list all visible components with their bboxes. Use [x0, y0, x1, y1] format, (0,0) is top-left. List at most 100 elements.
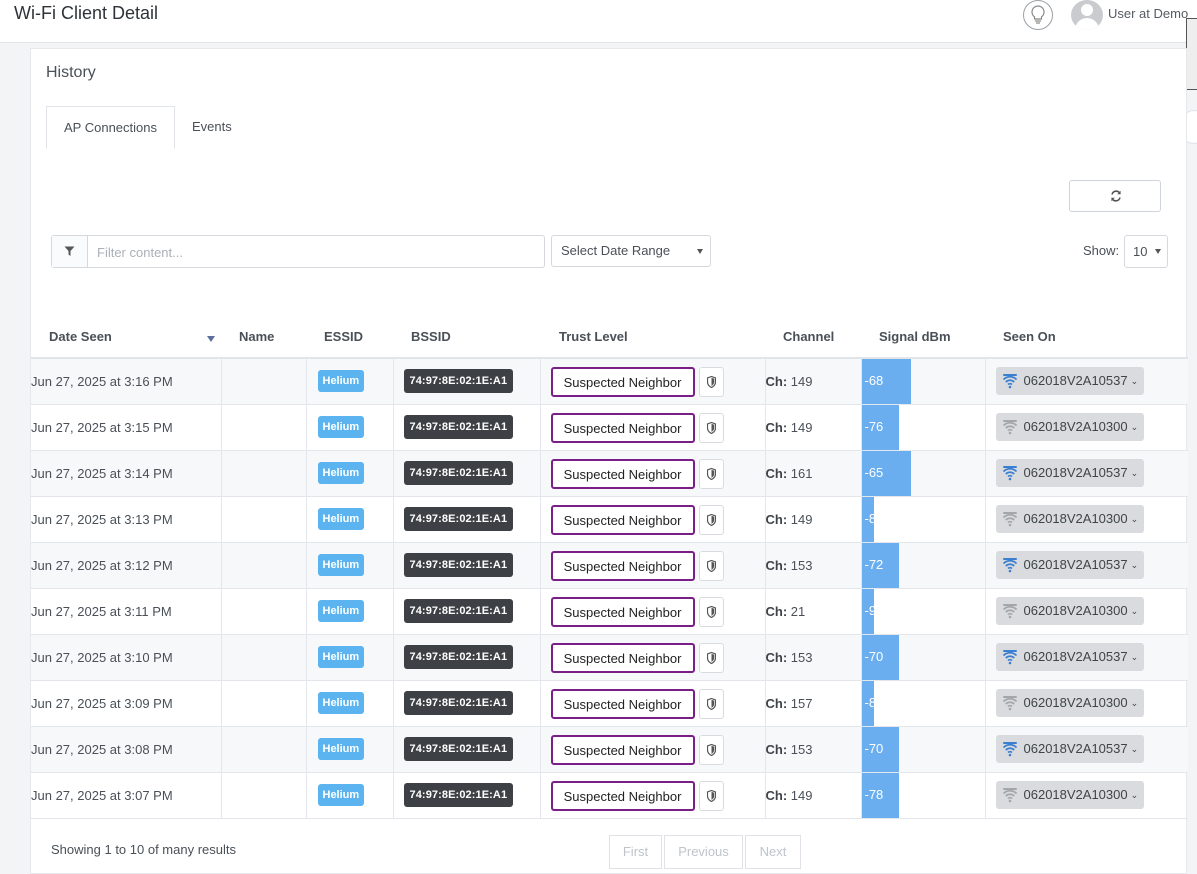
seen-on-dropdown[interactable]: 062018V2A10300 ⌄	[995, 596, 1145, 625]
bssid-badge[interactable]: 74:97:8E:02:1E:A1	[403, 736, 514, 761]
tab-ap-connections[interactable]: AP Connections	[46, 106, 175, 149]
essid-badge[interactable]: Helium	[317, 553, 365, 576]
seen-on-dropdown[interactable]: 062018V2A10537 ⌄	[995, 734, 1145, 763]
shield-button[interactable]	[698, 734, 724, 765]
essid-badge[interactable]: Helium	[317, 507, 365, 530]
bssid-badge[interactable]: 74:97:8E:02:1E:A1	[403, 690, 514, 715]
shield-button[interactable]	[698, 596, 724, 627]
column-header-date-seen[interactable]: Date Seen	[31, 316, 221, 359]
channel-cell: Ch: 149	[765, 772, 862, 819]
pager-next-button[interactable]: Next	[745, 835, 801, 869]
sort-desc-icon[interactable]	[207, 336, 215, 342]
shield-icon	[706, 651, 716, 664]
bssid-badge[interactable]: 74:97:8E:02:1E:A1	[403, 782, 514, 807]
seen-on-dropdown[interactable]: 062018V2A10300 ⌄	[995, 780, 1145, 809]
shield-button[interactable]	[698, 550, 724, 581]
essid-badge[interactable]: Helium	[317, 461, 365, 484]
trust-level-badge[interactable]: Suspected Neighbor	[550, 780, 695, 811]
shield-button[interactable]	[698, 780, 724, 811]
results-summary: Showing 1 to 10 of many results	[51, 842, 236, 857]
essid-badge[interactable]: Helium	[317, 370, 365, 392]
seen-on-dropdown[interactable]: 062018V2A10537 ⌄	[995, 458, 1145, 487]
filter-input[interactable]	[88, 236, 549, 269]
trust-level-badge[interactable]: Suspected Neighbor	[550, 458, 695, 489]
table-row[interactable]: Jun 27, 2025 at 3:15 PM Helium 74:97:8E:02…	[31, 404, 1188, 451]
bssid-cell: 74:97:8E:02:1E:A1	[393, 680, 541, 727]
bssid-badge[interactable]: 74:97:8E:02:1E:A1	[403, 644, 514, 669]
seen-on-cell: 062018V2A10300 ⌄	[985, 496, 1188, 543]
bssid-badge[interactable]: 74:97:8E:02:1E:A1	[403, 598, 514, 623]
essid-cell: Helium	[306, 404, 394, 451]
lightbulb-icon[interactable]	[1023, 0, 1053, 30]
column-header-seen-on[interactable]: Seen On	[985, 316, 1188, 359]
trust-level-badge[interactable]: Suspected Neighbor	[550, 550, 695, 581]
trust-level-cell: Suspected Neighbor	[540, 726, 766, 773]
seen-on-dropdown[interactable]: 062018V2A10537 ⌄	[995, 642, 1145, 671]
essid-badge[interactable]: Helium	[317, 415, 365, 438]
table-row[interactable]: Jun 27, 2025 at 3:11 PM Helium 74:97:8E:02…	[31, 588, 1188, 635]
seen-on-dropdown[interactable]: 062018V2A10537 ⌄	[995, 550, 1145, 579]
essid-badge[interactable]: Helium	[317, 599, 365, 622]
bssid-badge[interactable]: 74:97:8E:02:1E:A1	[403, 414, 514, 439]
shield-button[interactable]	[698, 642, 724, 673]
table-row[interactable]: Jun 27, 2025 at 3:09 PM Helium 74:97:8E:02…	[31, 680, 1188, 727]
trust-level-badge[interactable]: Suspected Neighbor	[550, 412, 695, 443]
column-header-trust-level[interactable]: Trust Level	[540, 316, 765, 359]
table-row[interactable]: Jun 27, 2025 at 3:16 PM Helium 74:97:8E:02…	[31, 358, 1188, 405]
pager-first-button[interactable]: First	[609, 835, 662, 869]
bssid-badge[interactable]: 74:97:8E:02:1E:A1	[403, 552, 514, 577]
table-row[interactable]: Jun 27, 2025 at 3:12 PM Helium 74:97:8E:02…	[31, 542, 1188, 589]
bssid-badge[interactable]: 74:97:8E:02:1E:A1	[403, 460, 514, 485]
shield-button[interactable]	[698, 412, 724, 443]
trust-level-badge[interactable]: Suspected Neighbor	[550, 642, 695, 673]
date-range-select[interactable]: Select Date Range	[551, 235, 711, 267]
column-header-bssid[interactable]: BSSID	[393, 316, 540, 359]
essid-badge[interactable]: Helium	[317, 737, 365, 760]
date-seen-cell: Jun 27, 2025 at 3:11 PM	[31, 588, 222, 635]
pager-previous-button[interactable]: Previous	[664, 835, 743, 869]
avatar[interactable]	[1071, 0, 1103, 30]
table-row[interactable]: Jun 27, 2025 at 3:14 PM Helium 74:97:8E:02…	[31, 450, 1188, 497]
seen-on-dropdown[interactable]: 062018V2A10537 ⌄	[995, 367, 1145, 395]
shield-button[interactable]	[698, 458, 724, 489]
essid-badge[interactable]: Helium	[317, 783, 365, 806]
bssid-badge[interactable]: 74:97:8E:02:1E:A1	[403, 369, 514, 393]
trust-level-cell: Suspected Neighbor	[540, 450, 766, 497]
trust-level-badge[interactable]: Suspected Neighbor	[550, 734, 695, 765]
seen-on-value: 062018V2A10537	[1023, 648, 1128, 664]
trust-level-badge[interactable]: Suspected Neighbor	[550, 688, 695, 719]
essid-badge[interactable]: Helium	[317, 645, 365, 668]
table-row[interactable]: Jun 27, 2025 at 3:13 PM Helium 74:97:8E:02…	[31, 496, 1188, 543]
column-header-channel[interactable]: Channel	[765, 316, 861, 359]
channel-cell: Ch: 149	[765, 404, 862, 451]
shield-icon	[706, 789, 716, 802]
shield-button[interactable]	[698, 504, 724, 535]
refresh-button[interactable]	[1069, 180, 1161, 212]
date-seen-cell: Jun 27, 2025 at 3:16 PM	[31, 358, 222, 405]
refresh-icon	[1111, 190, 1121, 202]
bssid-badge[interactable]: 74:97:8E:02:1E:A1	[403, 506, 514, 531]
channel-label: Ch:	[765, 741, 788, 757]
table-row[interactable]: Jun 27, 2025 at 3:07 PM Helium 74:97:8E:02…	[31, 772, 1188, 819]
column-header-name[interactable]: Name	[221, 316, 306, 359]
signal-value: -65	[864, 464, 884, 480]
signal-cell: -72	[861, 542, 986, 589]
seen-on-dropdown[interactable]: 062018V2A10300 ⌄	[995, 412, 1145, 441]
shield-button[interactable]	[698, 367, 724, 397]
page-size-select[interactable]: 10	[1124, 235, 1168, 268]
chevron-down-icon: ⌄	[1130, 467, 1139, 478]
trust-level-badge[interactable]: Suspected Neighbor	[550, 367, 695, 397]
seen-on-dropdown[interactable]: 062018V2A10300 ⌄	[995, 504, 1145, 533]
trust-level-badge[interactable]: Suspected Neighbor	[550, 596, 695, 627]
shield-icon	[706, 421, 716, 434]
table-row[interactable]: Jun 27, 2025 at 3:10 PM Helium 74:97:8E:02…	[31, 634, 1188, 681]
seen-on-dropdown[interactable]: 062018V2A10300 ⌄	[995, 688, 1145, 717]
tab-events[interactable]: Events	[175, 106, 249, 149]
essid-badge[interactable]: Helium	[317, 691, 365, 714]
trust-level-badge[interactable]: Suspected Neighbor	[550, 504, 695, 535]
shield-button[interactable]	[698, 688, 724, 719]
table-row[interactable]: Jun 27, 2025 at 3:08 PM Helium 74:97:8E:02…	[31, 726, 1188, 773]
column-header-signal[interactable]: Signal dBm	[861, 316, 985, 359]
user-menu[interactable]: User at Demo	[1108, 6, 1188, 21]
column-header-essid[interactable]: ESSID	[306, 316, 393, 359]
